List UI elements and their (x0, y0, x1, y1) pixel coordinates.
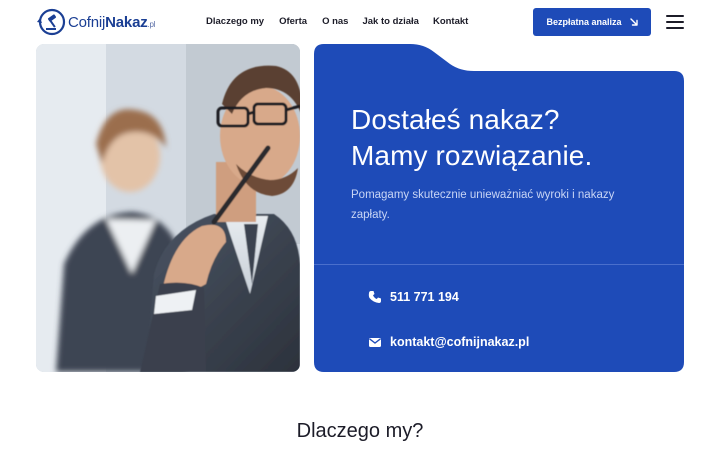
logo-text: CofnijNakaz.pl (68, 13, 156, 31)
hero-card: Dostałeś nakaz? Mamy rozwiązanie. Pomaga… (314, 44, 684, 372)
nav-link-contact[interactable]: Kontakt (433, 16, 468, 27)
hero-photo (36, 44, 300, 372)
nav-link-how-it-works[interactable]: Jak to działa (362, 16, 419, 27)
email-address: kontakt@cofnijnakaz.pl (390, 335, 530, 349)
hero-divider (314, 264, 684, 265)
email-contact-link[interactable]: kontakt@cofnijnakaz.pl (368, 335, 529, 349)
hero-photo-illustration (36, 44, 300, 372)
logo-text-part1: Cofnij (68, 13, 106, 31)
hero-title: Dostałeś nakaz? Mamy rozwiązanie. (351, 102, 671, 174)
free-analysis-button[interactable]: Bezpłatna analiza (533, 8, 651, 36)
arrow-down-right-icon (629, 18, 638, 26)
why-us-section-title: Dlaczego my? (296, 420, 424, 442)
site-logo[interactable]: CofnijNakaz.pl (36, 8, 156, 36)
phone-contact-link[interactable]: 511 771 194 (368, 290, 459, 304)
hero-title-line1: Dostałeś nakaz? (351, 104, 560, 135)
envelope-icon (369, 338, 381, 347)
main-nav: Dlaczego my Oferta O nas Jak to działa K… (206, 16, 468, 27)
hero-subtitle: Pomagamy skutecznie unieważniać wyroki i… (351, 189, 615, 221)
nav-link-offer[interactable]: Oferta (279, 16, 307, 27)
hero-title-line2: Mamy rozwiązanie. (351, 140, 593, 171)
gavel-arrow-logo-icon (37, 8, 66, 36)
site-header: CofnijNakaz.pl Dlaczego my Oferta O nas … (0, 0, 720, 44)
free-analysis-label: Bezpłatna analiza (546, 17, 622, 27)
phone-icon (368, 291, 381, 303)
nav-link-about[interactable]: O nas (322, 16, 348, 27)
nav-link-why-us[interactable]: Dlaczego my (206, 16, 264, 27)
logo-text-suffix: .pl (147, 19, 156, 29)
phone-number: 511 771 194 (390, 290, 459, 304)
hamburger-menu-icon[interactable] (666, 15, 684, 29)
logo-text-part2: Nakaz (105, 13, 148, 31)
